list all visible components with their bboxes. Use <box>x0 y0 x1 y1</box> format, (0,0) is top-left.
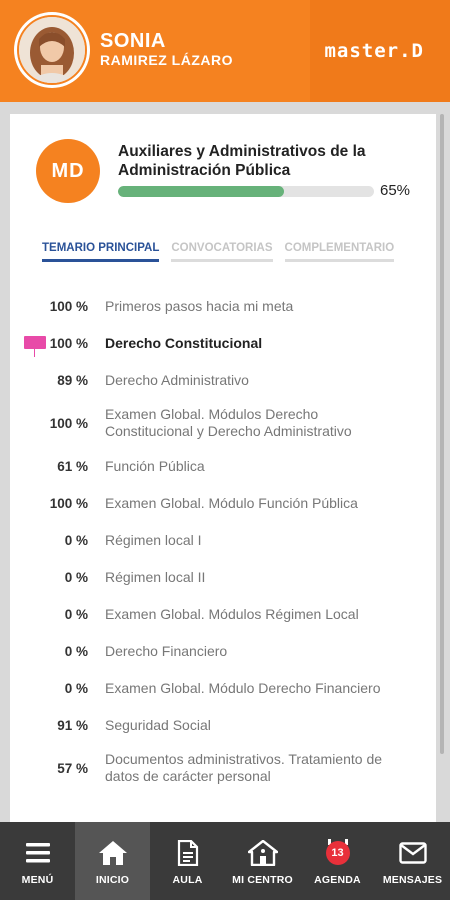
nav-mi-centro[interactable]: MI CENTRO <box>225 822 300 900</box>
module-percent: 61 % <box>57 458 88 474</box>
module-item[interactable]: 100 % Primeros pasos hacia mi meta <box>10 290 436 322</box>
module-item[interactable]: 0 % Examen Global. Módulos Régimen Local <box>10 598 436 630</box>
user-last-name: RAMIREZ LÁZARO <box>100 52 233 68</box>
nav-aula[interactable]: AULA <box>150 822 225 900</box>
module-item[interactable]: 89 % Derecho Administrativo <box>10 364 436 396</box>
module-name: Seguridad Social <box>105 716 211 733</box>
nav-mi-centro-label: MI CENTRO <box>232 874 293 886</box>
nav-menu[interactable]: MENÚ <box>0 822 75 900</box>
module-percent: 0 % <box>64 643 88 659</box>
module-percent: 100 % <box>49 298 88 314</box>
module-name: Derecho Financiero <box>105 642 228 659</box>
nav-menu-label: MENÚ <box>21 874 54 886</box>
mail-icon <box>398 838 427 868</box>
user-first-name: SONIA <box>100 30 166 52</box>
module-name: Documentos administrativos. Tratamiento … <box>105 751 383 784</box>
home-icon <box>98 838 128 868</box>
module-percent: 57 % <box>57 760 88 776</box>
tab-convocatorias[interactable]: CONVOCATORIAS <box>171 242 273 262</box>
module-item[interactable]: 100 % Derecho Constitucional <box>10 327 436 359</box>
module-name: Derecho Constitucional <box>105 334 263 351</box>
avatar[interactable] <box>14 12 90 88</box>
nav-mensajes-label: MENSAJES <box>382 874 443 886</box>
module-item[interactable]: 61 % Función Pública <box>10 450 436 482</box>
module-name: Función Pública <box>105 457 205 474</box>
bookmark-flag-icon <box>24 336 46 357</box>
nav-inicio-label: INICIO <box>95 874 130 886</box>
module-name: Derecho Administrativo <box>105 371 249 388</box>
scrollbar[interactable] <box>440 114 444 754</box>
module-item[interactable]: 0 % Examen Global. Módulo Derecho Financ… <box>10 672 436 704</box>
bottom-nav: MENÚ INICIO AULA MI CENTRO 13 AGENDA MEN… <box>0 822 450 900</box>
tab-complementario[interactable]: COMPLEMENTARIO <box>284 242 395 262</box>
tab-temario-principal[interactable]: TEMARIO PRINCIPAL <box>42 242 160 262</box>
module-item[interactable]: 91 % Seguridad Social <box>10 709 436 741</box>
brand-logo: master.D <box>324 40 424 62</box>
module-name: Régimen local I <box>105 531 202 548</box>
module-name: Examen Global. Módulo Derecho Financiero <box>105 679 381 696</box>
tab-bar: TEMARIO PRINCIPAL CONVOCATORIAS COMPLEME… <box>42 242 406 262</box>
module-name: Régimen local II <box>105 568 206 585</box>
course-progress-fill <box>118 186 285 197</box>
nav-mensajes[interactable]: MENSAJES <box>375 822 450 900</box>
module-percent: 100 % <box>49 495 88 511</box>
module-item[interactable]: 0 % Régimen local II <box>10 561 436 593</box>
module-item[interactable]: 0 % Régimen local I <box>10 524 436 556</box>
document-icon <box>177 838 199 868</box>
course-logo: MD <box>36 139 100 203</box>
module-percent: 0 % <box>64 569 88 585</box>
calendar-icon: 13 <box>322 838 354 868</box>
module-percent: 0 % <box>64 606 88 622</box>
hamburger-icon <box>25 838 50 868</box>
course-progress-bar <box>118 186 374 197</box>
module-name: Examen Global. Módulo Función Pública <box>105 494 358 511</box>
nav-agenda-label: AGENDA <box>314 874 361 886</box>
app-header: SONIA RAMIREZ LÁZARO master.D <box>0 0 450 102</box>
course-card: MD Auxiliares y Administrativos de la Ad… <box>10 114 436 826</box>
school-icon <box>247 838 278 868</box>
module-percent: 89 % <box>57 372 88 388</box>
module-percent: 0 % <box>64 680 88 696</box>
course-progress-label: 65% <box>380 182 411 199</box>
module-item[interactable]: 100 % Examen Global. Módulo Función Públ… <box>10 487 436 519</box>
module-item[interactable]: 57 % Documentos administrativos. Tratami… <box>10 746 436 790</box>
module-percent: 91 % <box>57 717 88 733</box>
module-name: Examen Global. Módulos Régimen Local <box>105 605 359 622</box>
module-name: Examen Global. Módulos Derecho Constituc… <box>105 406 352 439</box>
nav-aula-label: AULA <box>172 874 203 886</box>
agenda-badge: 13 <box>325 841 350 865</box>
module-item[interactable]: 0 % Derecho Financiero <box>10 635 436 667</box>
nav-agenda[interactable]: 13 AGENDA <box>300 822 375 900</box>
module-item[interactable]: 100 % Examen Global. Módulos Derecho Con… <box>10 401 436 445</box>
avatar-photo <box>17 15 87 85</box>
module-list: 100 % Primeros pasos hacia mi meta 100 %… <box>10 290 436 795</box>
module-percent: 0 % <box>64 532 88 548</box>
module-percent: 100 % <box>49 335 88 351</box>
course-title: Auxiliares y Administrativos de la Admin… <box>118 143 366 179</box>
module-percent: 100 % <box>49 415 88 431</box>
nav-inicio[interactable]: INICIO <box>75 822 150 900</box>
module-name: Primeros pasos hacia mi meta <box>105 297 294 314</box>
